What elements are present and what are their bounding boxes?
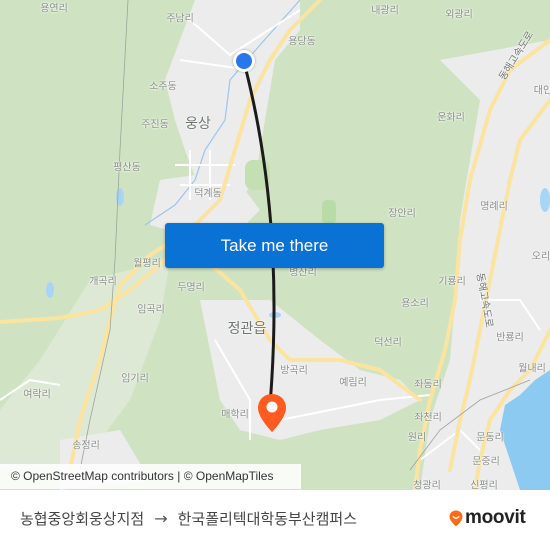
- map-canvas[interactable]: 용연리 주남리 내광리 외광리 용당동 동해고속도로 대인 소주동 주진동 웅상…: [0, 0, 550, 490]
- destination-name: 한국폴리텍대학동부산캠퍼스: [177, 510, 358, 528]
- place-label: 소주동: [149, 81, 177, 93]
- place-label: 임곡리: [137, 304, 165, 316]
- place-label: 주남리: [166, 13, 194, 25]
- place-label: 명례리: [480, 201, 508, 213]
- place-label: 장안리: [388, 208, 416, 220]
- place-label: 반룡리: [496, 332, 524, 344]
- place-label: 원리: [407, 432, 427, 444]
- place-label: 좌동리: [414, 379, 442, 391]
- place-label: 여락리: [23, 389, 51, 401]
- place-label: 문중리: [472, 456, 500, 468]
- place-label: 대인: [533, 85, 550, 97]
- place-label: 개곡리: [89, 276, 117, 288]
- place-label: 덕계동: [194, 188, 222, 200]
- moovit-pin-icon: [449, 510, 463, 526]
- place-label: 덕선리: [374, 337, 402, 349]
- origin-name: 농협중앙회웅상지점: [20, 510, 145, 528]
- place-label: 용소리: [401, 298, 429, 310]
- place-label: 신평리: [470, 480, 498, 491]
- reservoir: [46, 282, 54, 298]
- park: [322, 200, 336, 224]
- place-label: 용연리: [40, 3, 68, 15]
- place-label: 매학리: [221, 409, 249, 421]
- destination-pin-icon[interactable]: [256, 393, 288, 433]
- brand-name: moovit: [465, 507, 526, 528]
- place-label: 월평리: [133, 258, 161, 270]
- place-label: 오리: [531, 251, 550, 263]
- place-label: 외광리: [445, 9, 473, 21]
- place-label: 좌천리: [414, 412, 442, 424]
- place-label-town: 웅상: [185, 116, 211, 132]
- place-label: 기룡리: [438, 276, 466, 288]
- place-label: 평산동: [113, 162, 141, 174]
- origin-marker[interactable]: [233, 50, 255, 72]
- place-label: 예림리: [339, 377, 367, 389]
- place-label: 내광리: [371, 5, 399, 17]
- place-label: 임기리: [121, 373, 149, 385]
- place-label: 두명리: [177, 282, 205, 294]
- place-label: 방곡리: [280, 365, 308, 377]
- place-label-town: 정관읍: [227, 321, 267, 337]
- place-label: 운화리: [437, 112, 465, 124]
- place-label: 문동리: [476, 432, 504, 444]
- map-attribution[interactable]: © OpenStreetMap contributors | © OpenMap…: [0, 464, 301, 489]
- place-label: 청광리: [413, 480, 441, 491]
- take-me-there-button[interactable]: Take me there: [165, 223, 384, 268]
- place-label: 월내리: [518, 363, 546, 375]
- place-label: 송정리: [72, 440, 100, 452]
- arrow-right-icon: →: [154, 509, 168, 528]
- reservoir: [540, 188, 550, 212]
- place-label: 주진동: [141, 119, 169, 131]
- route-title: 농협중앙회웅상지점 → 한국폴리텍대학동부산캠퍼스: [20, 508, 357, 529]
- moovit-logo[interactable]: moovit: [449, 507, 526, 529]
- place-label: 용당동: [288, 36, 316, 48]
